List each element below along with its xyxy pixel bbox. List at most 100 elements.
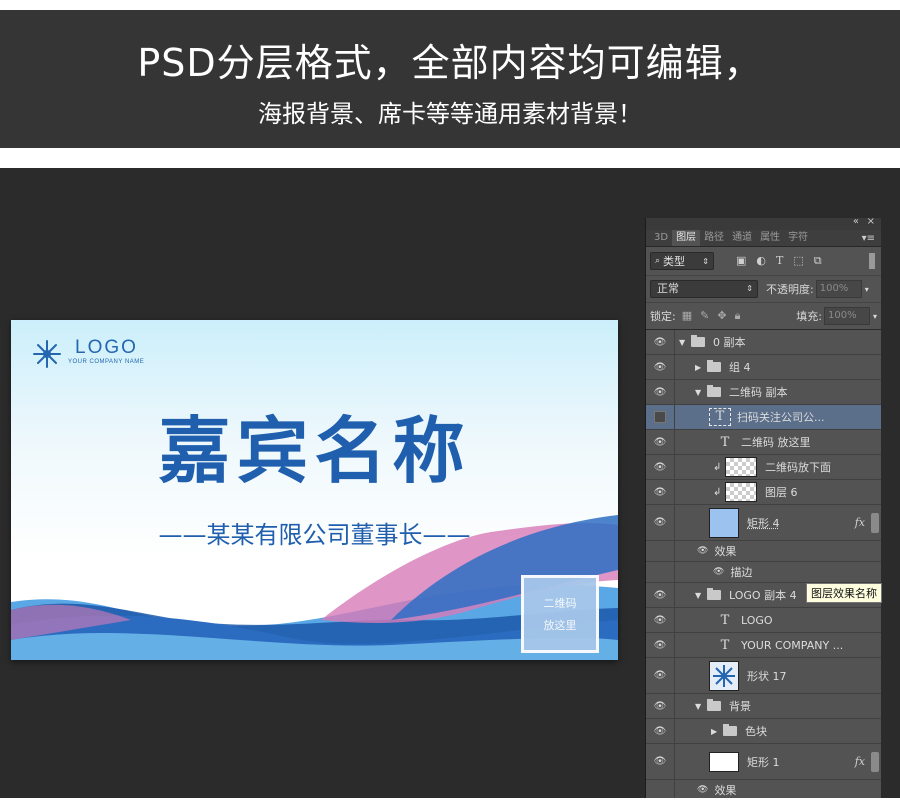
layer-row[interactable]: 👁︎ ▶ 组 4 [646,355,881,380]
lock-all-icon[interactable]: 🔒︎ [735,309,741,323]
collapse-icon[interactable]: « [853,218,859,227]
collapsed-triangle-icon[interactable]: ▶ [695,363,707,372]
type-filter-icon[interactable]: T [776,254,783,268]
layer-row[interactable]: 👁︎ ↲ 二维码放下面 [646,455,881,480]
layer-row[interactable]: 👁︎ 矩形 4 fx [646,505,881,541]
expanded-triangle-icon[interactable]: ▼ [679,338,691,347]
close-icon[interactable]: × [867,218,875,227]
lock-row: 锁定: ▦ ✎ ✥ 🔒︎ 填充: 100% ▾ [646,303,881,330]
layer-name: YOUR COMPANY ... [741,638,844,652]
visibility-eye-icon[interactable]: 👁︎ [646,633,675,657]
visibility-eye-icon[interactable]: 👁︎ [646,658,675,693]
layer-row[interactable]: 👁︎ ↲ 图层 6 [646,480,881,505]
layer-row[interactable]: 👁︎ ▶ 色块 [646,719,881,744]
layer-name: 背景 [729,700,751,713]
tab-3d[interactable]: 3D [650,230,672,246]
visibility-eye-icon[interactable]: 👁︎ [646,583,675,607]
shape-filter-icon[interactable]: ⬚ [793,254,803,268]
effects-toggle[interactable] [871,751,879,772]
layer-row[interactable]: 👁︎ ▼ 二维码 副本 [646,380,881,405]
text-layer-icon: T [720,612,730,628]
tab-layers[interactable]: 图层 [672,230,701,246]
layer-name: 二维码放下面 [765,461,831,474]
visibility-eye-icon[interactable]: 👁︎ [646,330,675,354]
lock-transparency-icon[interactable]: ▦ [682,309,692,323]
fill-label: 填充: [796,310,822,323]
filter-toggle[interactable] [869,253,875,269]
stroke-effect-row[interactable]: 👁︎ 描边 [646,562,881,583]
chevron-updown-icon: ⇕ [702,256,709,266]
promo-banner: PSD分层格式，全部内容均可编辑， 海报背景、席卡等等通用素材背景！ [0,10,900,148]
shape-thumbnail [709,660,739,691]
logo-text: LOGO [75,337,138,358]
layer-row[interactable]: 👁︎ 矩形 1 fx [646,744,881,780]
layer-row[interactable]: 👁︎ T LOGO [646,608,881,633]
layer-thumbnail [725,457,757,477]
layer-row[interactable]: 👁︎ 形状 17 [646,658,881,694]
smart-object-filter-icon[interactable]: ⧉ [814,254,822,268]
collapsed-triangle-icon[interactable]: ▶ [711,727,723,736]
visibility-eye-icon[interactable]: 👁︎ [646,355,675,379]
layer-row[interactable]: 👁︎ T 二维码 放这里 [646,430,881,455]
folder-icon [691,335,705,347]
effects-row[interactable]: 👁︎ 效果 [646,780,881,798]
effect-eye-icon[interactable]: 👁︎ [697,546,708,556]
pixel-filter-icon[interactable]: ▣ [736,254,746,268]
visibility-eye-icon[interactable]: 👁︎ [646,694,675,718]
fx-icon[interactable]: fx [855,755,865,768]
layer-row[interactable]: 👁︎ T YOUR COMPANY ... [646,633,881,658]
banner-subline: 海报背景、席卡等等通用素材背景！ [258,100,642,128]
filter-row: ⌕ 类型 ⇕ ▣ ◐ T ⬚ ⧉ [646,247,881,276]
effect-eye-icon[interactable]: 👁︎ [697,785,708,795]
expanded-triangle-icon[interactable]: ▼ [695,591,707,600]
layer-row[interactable]: 👁︎ ▼ 0 副本 [646,330,881,355]
visibility-eye-icon[interactable]: 👁︎ [646,744,675,779]
visibility-eye-icon[interactable]: 👁︎ [646,380,675,404]
visibility-toggle-off[interactable] [646,405,675,429]
layer-filter-select[interactable]: ⌕ 类型 ⇕ [650,252,714,270]
expanded-triangle-icon[interactable]: ▼ [695,702,707,711]
panel-tabs: 3D 图层 路径 通道 属性 字符 ▾≡ [646,230,881,247]
panel-menu-icon[interactable]: ▾≡ [862,233,875,244]
visibility-eye-icon[interactable]: 👁︎ [646,430,675,454]
guest-name: 嘉宾名称 [158,408,471,493]
expanded-triangle-icon[interactable]: ▼ [695,388,707,397]
visibility-eye-icon[interactable]: 👁︎ [646,505,675,540]
opacity-input[interactable]: 100% [815,280,862,298]
visibility-eye-icon[interactable]: 👁︎ [646,608,675,632]
layer-row-selected[interactable]: T 扫码关注公司公... [646,405,881,430]
opacity-dropdown-icon[interactable]: ▾ [865,285,869,294]
blend-mode-select[interactable]: 正常 ⇕ [650,280,758,298]
clipping-mask-icon: ↲ [713,461,722,473]
tab-channels[interactable]: 通道 [728,230,756,246]
lock-icons: ▦ ✎ ✥ 🔒︎ [682,309,741,323]
qr-placeholder: 二维码 放这里 [521,575,599,653]
fill-input[interactable]: 100% [823,307,870,325]
effects-toggle[interactable] [871,512,879,533]
layer-name: 矩形 4 [747,516,780,530]
layer-name: LOGO 副本 4 [729,589,797,602]
layer-row[interactable]: 👁︎ ▼ 背景 [646,694,881,719]
fx-icon[interactable]: fx [855,516,865,529]
tab-properties[interactable]: 属性 [756,230,784,246]
filter-icons: ▣ ◐ T ⬚ ⧉ [736,254,822,268]
opacity-label: 不透明度: [766,283,814,296]
banner-headline: PSD分层格式，全部内容均可编辑， [137,41,763,85]
adjustment-filter-icon[interactable]: ◐ [756,254,766,268]
lock-pixels-icon[interactable]: ✎ [700,309,709,323]
text-layer-icon: T [709,408,731,426]
clipping-mask-icon: ↲ [713,486,722,498]
visibility-eye-icon[interactable]: 👁︎ [646,719,675,743]
photoshop-workspace: LOGO YOUR COMPANY NAME 嘉宾名称 ——某某有限公司董事长—… [0,168,900,798]
effects-row[interactable]: 👁︎ 效果 [646,541,881,562]
effect-eye-icon[interactable]: 👁︎ [713,567,724,577]
visibility-eye-icon[interactable]: 👁︎ [646,480,675,504]
layer-name: LOGO [741,613,773,627]
tab-paths[interactable]: 路径 [700,230,728,246]
layer-name: 组 4 [729,361,751,374]
visibility-eye-icon[interactable]: 👁︎ [646,455,675,479]
tab-character[interactable]: 字符 [784,230,812,246]
lock-position-icon[interactable]: ✥ [717,309,726,323]
layer-name: 矩形 1 [747,755,780,769]
fill-dropdown-icon[interactable]: ▾ [873,312,877,321]
